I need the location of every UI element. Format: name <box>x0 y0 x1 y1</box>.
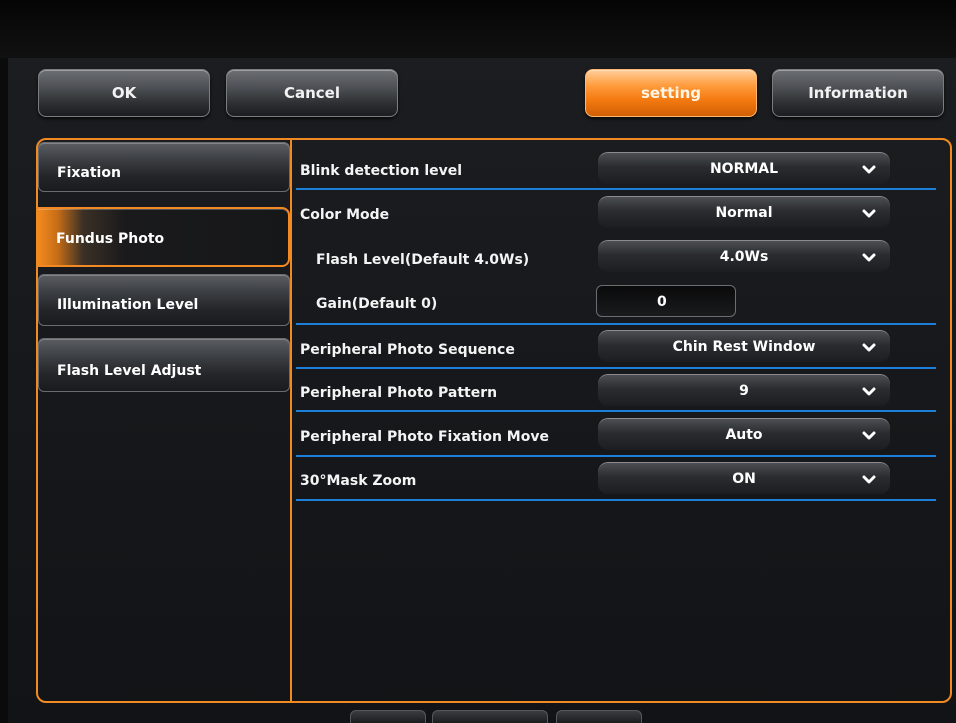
peripheral-fixation-move-dropdown[interactable]: Auto <box>598 418 890 450</box>
setting-button[interactable]: setting <box>585 69 757 117</box>
gain-value: 0 <box>657 294 667 310</box>
dropdown-value: NORMAL <box>709 161 779 177</box>
mask-zoom-dropdown[interactable]: ON <box>598 462 890 494</box>
chevron-down-icon <box>862 343 876 352</box>
dropdown-value: Normal <box>715 205 773 221</box>
peripheral-sequence-label: Peripheral Photo Sequence <box>300 342 515 358</box>
screen-bezel <box>0 0 956 58</box>
chevron-down-icon <box>862 253 876 262</box>
ok-button[interactable]: OK <box>38 69 210 117</box>
peripheral-pattern-label: Peripheral Photo Pattern <box>300 385 498 401</box>
row-separator <box>296 367 936 369</box>
gain-input[interactable]: 0 <box>596 285 736 317</box>
flash-level-label: Flash Level(Default 4.0Ws) <box>316 252 530 268</box>
chevron-down-icon <box>862 165 876 174</box>
mask-zoom-label: 30°Mask Zoom <box>300 473 417 489</box>
bottom-button-3[interactable] <box>556 710 642 723</box>
information-button[interactable]: Information <box>772 69 944 117</box>
bottom-button-2[interactable] <box>432 710 548 723</box>
cancel-button[interactable]: Cancel <box>226 69 398 117</box>
dropdown-value: 9 <box>739 383 749 399</box>
sidebar-item-fixation[interactable]: Fixation <box>38 142 290 192</box>
color-mode-label: Color Mode <box>300 207 390 223</box>
chevron-down-icon <box>862 387 876 396</box>
blink-detection-label: Blink detection level <box>300 163 463 179</box>
flash-level-dropdown[interactable]: 4.0Ws <box>598 240 890 272</box>
panel-divider <box>290 140 292 701</box>
dropdown-value: Chin Rest Window <box>672 339 816 355</box>
color-mode-dropdown[interactable]: Normal <box>598 196 890 228</box>
sidebar-item-label: Flash Level Adjust <box>57 363 202 379</box>
row-separator <box>296 455 936 457</box>
peripheral-fixation-move-label: Peripheral Photo Fixation Move <box>300 429 549 445</box>
row-separator <box>296 410 936 412</box>
bottom-button-1[interactable] <box>350 710 426 723</box>
sidebar-item-label: Fixation <box>57 165 121 181</box>
dropdown-value: 4.0Ws <box>719 249 769 265</box>
sidebar-item-label: Fundus Photo <box>56 231 165 247</box>
chevron-down-icon <box>862 475 876 484</box>
chevron-down-icon <box>862 431 876 440</box>
dropdown-value: ON <box>732 471 756 487</box>
blink-detection-dropdown[interactable]: NORMAL <box>598 152 890 184</box>
sidebar-item-label: Illumination Level <box>57 297 199 313</box>
gain-label: Gain(Default 0) <box>316 296 438 312</box>
dropdown-value: Auto <box>725 427 763 443</box>
chevron-down-icon <box>862 209 876 218</box>
sidebar-item-illumination-level[interactable]: Illumination Level <box>38 274 290 326</box>
sidebar-item-flash-level-adjust[interactable]: Flash Level Adjust <box>38 338 290 392</box>
row-separator <box>296 188 936 190</box>
peripheral-sequence-dropdown[interactable]: Chin Rest Window <box>598 330 890 362</box>
peripheral-pattern-dropdown[interactable]: 9 <box>598 374 890 406</box>
row-separator <box>296 499 936 501</box>
sidebar-item-fundus-photo[interactable]: Fundus Photo <box>38 207 290 267</box>
row-separator <box>296 323 936 325</box>
